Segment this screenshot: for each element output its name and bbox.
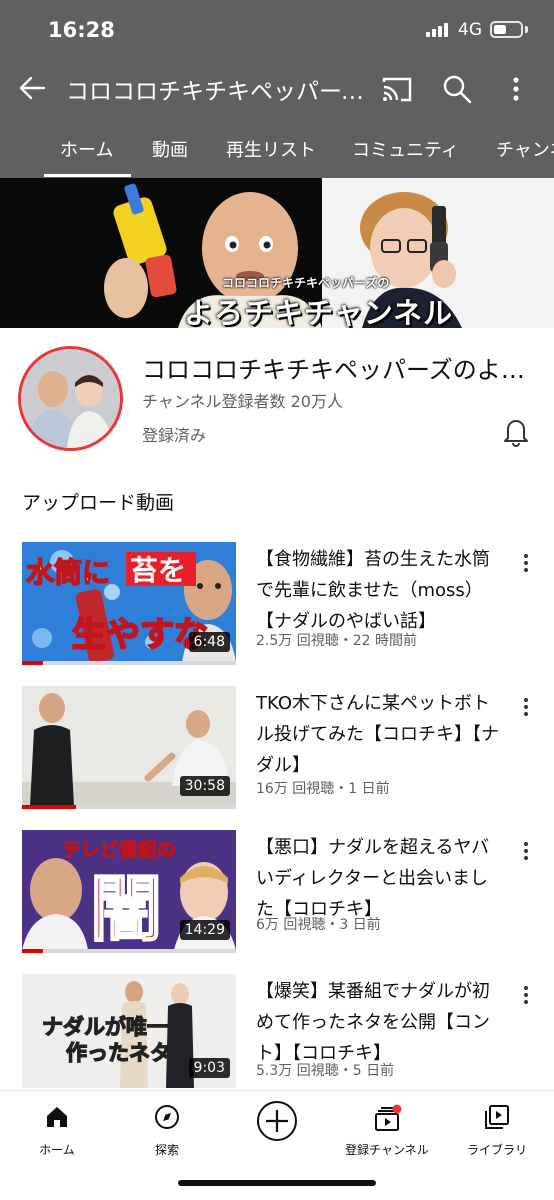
video-meta: 6万 回視聴・3 日前 bbox=[256, 917, 381, 933]
video-item[interactable]: テレビ番組の 闇 14:29 【悪口】ナダルを超えるヤバいディレクターと出会いま… bbox=[0, 830, 554, 960]
tab-videos[interactable]: 動画 bbox=[152, 136, 188, 162]
watch-progress-bar bbox=[22, 949, 236, 953]
battery-icon bbox=[490, 21, 523, 38]
nav-label: 探索 bbox=[154, 1143, 179, 1157]
tab-community[interactable]: コミュニティ bbox=[352, 136, 459, 162]
video-item[interactable]: ナダルが唯一 作ったネタ 9:03 【爆笑】某番組でナダルが初めて作ったネタを公… bbox=[0, 974, 554, 1104]
more-vert-icon[interactable] bbox=[516, 840, 536, 862]
video-duration: 30:58 bbox=[179, 776, 230, 796]
subscriptions-icon bbox=[372, 1103, 402, 1137]
thumbnail-text: ナダルが唯一 bbox=[42, 1015, 168, 1039]
channel-title: コロコロチキチキペッパーズのよろチキチャンネル bbox=[66, 79, 371, 105]
nav-label: 登録チャンネル bbox=[345, 1143, 429, 1157]
thumbnail-text: 水筒に bbox=[26, 556, 110, 589]
library-icon bbox=[483, 1103, 511, 1135]
channel-banner: コロコロチキチキペッパーズの よろチキチャンネル bbox=[0, 178, 554, 328]
notification-bell-icon[interactable] bbox=[500, 414, 532, 448]
watch-progress-fill bbox=[22, 661, 44, 665]
battery-cap bbox=[525, 26, 528, 33]
video-thumbnail[interactable]: 水筒に 苔を 生やすな 6:48 bbox=[22, 542, 236, 662]
video-duration: 6:48 bbox=[188, 632, 230, 652]
subscribed-status[interactable]: 登録済み bbox=[142, 422, 206, 446]
thumbnail-text: 闇 bbox=[90, 867, 162, 950]
more-vert-icon[interactable] bbox=[516, 696, 536, 718]
more-vert-icon[interactable] bbox=[516, 552, 536, 574]
banner-subtitle: コロコロチキチキペッパーズの bbox=[222, 276, 390, 290]
status-time: 16:28 bbox=[48, 18, 115, 42]
status-bar: 16:28 4G bbox=[0, 0, 554, 58]
tab-home[interactable]: ホーム bbox=[60, 136, 113, 162]
nav-create[interactable] bbox=[222, 1099, 332, 1169]
back-arrow-icon[interactable] bbox=[14, 70, 50, 106]
network-type: 4G bbox=[458, 20, 482, 40]
subscriber-count: チャンネル登録者数 20万人 bbox=[142, 392, 343, 411]
video-thumbnail[interactable]: ナダルが唯一 作ったネタ 9:03 bbox=[22, 974, 236, 1088]
nav-subscriptions[interactable]: 登録チャンネル bbox=[332, 1099, 442, 1169]
thumbnail-text: 作ったネタ bbox=[66, 1041, 171, 1065]
channel-name: コロコロチキチキペッパーズのよろチキチャンネル bbox=[142, 356, 542, 384]
watch-progress-bar bbox=[22, 805, 236, 809]
watch-progress-bar bbox=[22, 661, 236, 665]
nav-label: ライブラリ bbox=[466, 1143, 527, 1157]
nav-library[interactable]: ライブラリ bbox=[442, 1099, 552, 1169]
video-meta: 16万 回視聴・1 日前 bbox=[256, 781, 390, 797]
video-duration: 9:03 bbox=[188, 1058, 230, 1078]
uploads-heading: アップロード動画 bbox=[22, 492, 175, 514]
signal-strength-icon bbox=[426, 23, 452, 37]
active-tab-indicator bbox=[44, 174, 131, 177]
video-thumbnail[interactable]: テレビ番組の 闇 14:29 bbox=[22, 830, 236, 950]
video-meta: 2.5万 回視聴・22 時間前 bbox=[256, 633, 417, 649]
nav-explore[interactable]: 探索 bbox=[112, 1099, 222, 1169]
video-title[interactable]: 【食物繊維】苔の生えた水筒で先輩に飲ませた（moss）【ナダルのやばい話】 bbox=[256, 544, 506, 637]
more-options-icon[interactable] bbox=[500, 72, 532, 106]
video-meta: 5.3万 回視聴・5 日前 bbox=[256, 1063, 395, 1079]
video-thumbnail[interactable]: 30:58 bbox=[22, 686, 236, 806]
thumbnail-text: 生やすな bbox=[72, 615, 208, 655]
tab-playlists[interactable]: 再生リスト bbox=[226, 136, 316, 162]
more-vert-icon[interactable] bbox=[516, 984, 536, 1006]
nav-home[interactable]: ホーム bbox=[2, 1099, 112, 1169]
thumbnail-text: 苔を bbox=[130, 554, 186, 587]
cast-icon[interactable] bbox=[380, 72, 414, 106]
video-item[interactable]: 30:58 TKO木下さんに某ペットボトル投げてみた【コロチキ】【ナダル】 16… bbox=[0, 686, 554, 816]
create-icon bbox=[255, 1099, 299, 1147]
home-icon bbox=[43, 1103, 71, 1135]
watch-progress-fill bbox=[22, 949, 44, 953]
top-app-bar: コロコロチキチキペッパーズのよろチキチャンネル bbox=[0, 58, 554, 118]
explore-icon bbox=[153, 1103, 181, 1135]
banner-title: よろチキチャンネル bbox=[184, 296, 454, 328]
nav-label: ホーム bbox=[39, 1143, 75, 1157]
watch-progress-fill bbox=[22, 805, 76, 809]
video-item[interactable]: 水筒に 苔を 生やすな 6:48 【食物繊維】苔の生えた水筒で先輩に飲ませた（m… bbox=[0, 542, 554, 672]
home-indicator bbox=[178, 1180, 376, 1186]
video-title[interactable]: 【爆笑】某番組でナダルが初めて作ったネタを公開【コント】【コロチキ】 bbox=[256, 976, 506, 1069]
channel-avatar[interactable] bbox=[18, 346, 123, 451]
channel-tabs: ホーム 動画 再生リスト コミュニティ チャンネル bbox=[0, 118, 554, 178]
search-icon[interactable] bbox=[440, 72, 474, 106]
video-duration: 14:29 bbox=[179, 920, 230, 940]
tab-channels[interactable]: チャンネル bbox=[496, 136, 554, 162]
thumbnail-text: テレビ番組の bbox=[62, 838, 176, 861]
video-title[interactable]: TKO木下さんに某ペットボトル投げてみた【コロチキ】【ナダル】 bbox=[256, 688, 506, 781]
video-title[interactable]: 【悪口】ナダルを超えるヤバいディレクターと出会いました【コロチキ】 bbox=[256, 832, 506, 925]
